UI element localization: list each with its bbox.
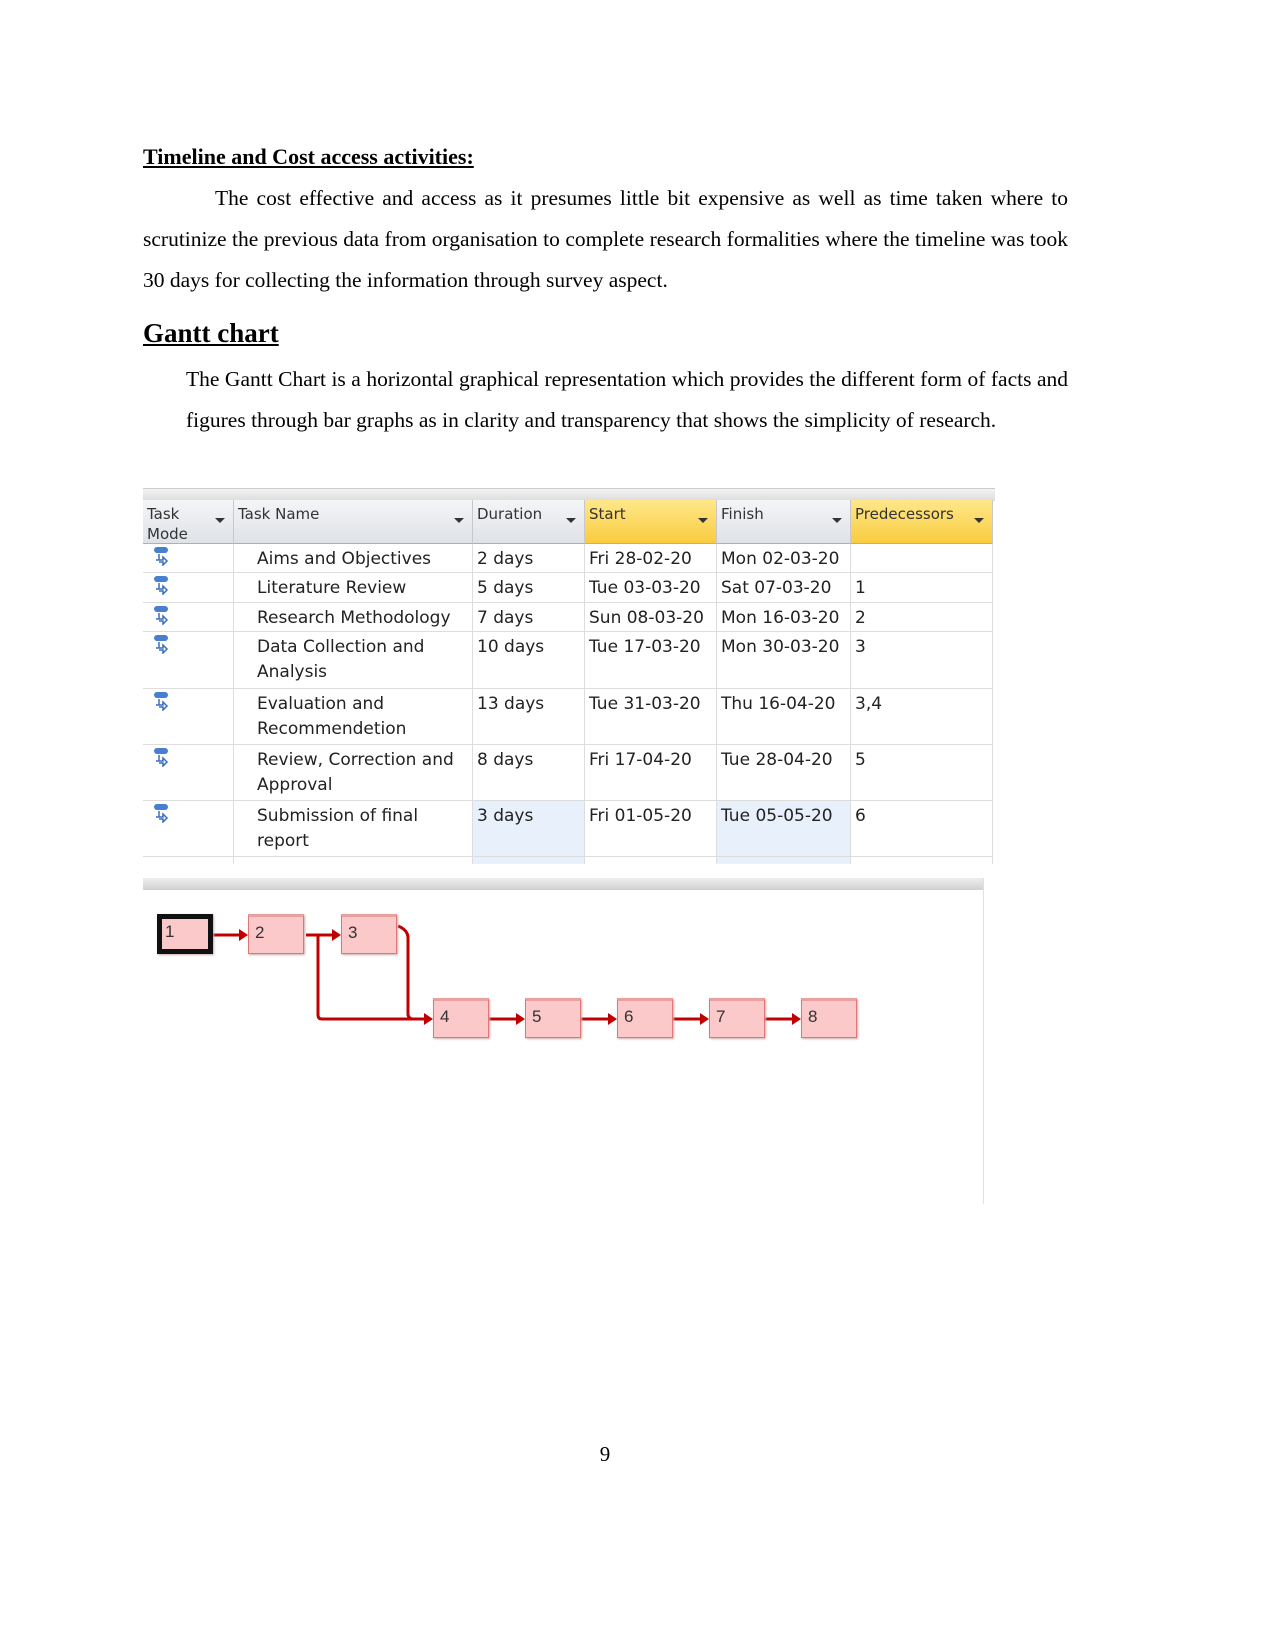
- column-header-duration[interactable]: Duration: [473, 500, 585, 544]
- dropdown-arrow-icon[interactable]: [215, 518, 225, 523]
- empty-row-cell[interactable]: [143, 857, 234, 864]
- auto-scheduled-task-icon: [154, 576, 169, 595]
- gantt-heading: Gantt chart: [143, 318, 279, 348]
- column-header-start[interactable]: Start: [585, 500, 717, 544]
- table-cell-name[interactable]: Aims and Objectives: [234, 544, 473, 573]
- column-label: Start: [589, 505, 626, 523]
- table-cell-duration[interactable]: 10 days: [473, 632, 585, 689]
- auto-scheduled-task-icon: [154, 635, 169, 654]
- table-cell-mode[interactable]: [143, 544, 234, 573]
- arrowhead-icon: [424, 1013, 433, 1025]
- table-cell-start[interactable]: Tue 03-03-20: [585, 573, 717, 603]
- arrowhead-icon: [792, 1013, 801, 1025]
- network-node[interactable]: 8: [801, 998, 857, 1038]
- table-cell-duration[interactable]: 8 days: [473, 745, 585, 801]
- table-cell-name[interactable]: Evaluation and Recommendetion: [234, 689, 473, 745]
- column-header-name[interactable]: Task Name: [234, 500, 473, 544]
- empty-row-cell[interactable]: [234, 857, 473, 864]
- network-node[interactable]: 4: [433, 998, 489, 1038]
- table-cell-start[interactable]: Sun 08-03-20: [585, 603, 717, 632]
- table-cell-start[interactable]: Fri 28-02-20: [585, 544, 717, 573]
- arrowhead-icon: [608, 1013, 617, 1025]
- document-page: Timeline and Cost access activities: The…: [0, 0, 1275, 1650]
- table-cell-name[interactable]: Research Methodology: [234, 603, 473, 632]
- page-number: 9: [599, 1442, 611, 1466]
- dropdown-arrow-icon[interactable]: [832, 518, 842, 523]
- auto-scheduled-task-icon: [154, 748, 169, 767]
- table-cell-finish[interactable]: Mon 02-03-20: [717, 544, 851, 573]
- table-cell-pred[interactable]: 5: [851, 745, 993, 801]
- table-cell-finish[interactable]: Mon 30-03-20: [717, 632, 851, 689]
- empty-row-cell[interactable]: [851, 857, 993, 864]
- empty-row-cell[interactable]: [585, 857, 717, 864]
- gantt-table: Task Mode Task Name Duration Start Finish Pre…: [143, 488, 995, 864]
- arrowhead-icon: [332, 929, 341, 941]
- table-cell-duration[interactable]: 13 days: [473, 689, 585, 745]
- table-cell-name[interactable]: Data Collection and Analysis: [234, 632, 473, 689]
- empty-row-cell[interactable]: [473, 857, 585, 864]
- gantt-paragraph: The Gantt Chart is a horizontal graphica…: [186, 367, 1068, 432]
- table-cell-finish[interactable]: Tue 05-05-20: [717, 801, 851, 857]
- table-cell-mode[interactable]: [143, 573, 234, 603]
- table-cell-duration[interactable]: 2 days: [473, 544, 585, 573]
- column-label: Predecessors: [855, 505, 954, 523]
- table-cell-pred[interactable]: 2: [851, 603, 993, 632]
- dropdown-arrow-icon[interactable]: [566, 518, 576, 523]
- network-node[interactable]: 6: [617, 998, 673, 1038]
- network-node[interactable]: 3: [341, 914, 397, 954]
- table-cell-start[interactable]: Tue 31-03-20: [585, 689, 717, 745]
- section-paragraph: The cost effective and access as it pres…: [143, 186, 1068, 292]
- table-cell-pred[interactable]: 3,4: [851, 689, 993, 745]
- table-cell-duration[interactable]: 7 days: [473, 603, 585, 632]
- table-cell-name[interactable]: Submission of final report: [234, 801, 473, 857]
- table-cell-pred[interactable]: 6: [851, 801, 993, 857]
- table-cell-finish[interactable]: Thu 16-04-20: [717, 689, 851, 745]
- table-cell-start[interactable]: Fri 17-04-20: [585, 745, 717, 801]
- auto-scheduled-task-icon: [154, 692, 169, 711]
- auto-scheduled-task-icon: [154, 804, 169, 823]
- auto-scheduled-task-icon: [154, 606, 169, 625]
- network-node[interactable]: 1: [157, 914, 213, 954]
- empty-row-cell[interactable]: [717, 857, 851, 864]
- arrowhead-icon: [700, 1013, 709, 1025]
- table-cell-finish[interactable]: Mon 16-03-20: [717, 603, 851, 632]
- table-cell-duration[interactable]: 5 days: [473, 573, 585, 603]
- table-cell-start[interactable]: Tue 17-03-20: [585, 632, 717, 689]
- dropdown-arrow-icon[interactable]: [974, 518, 984, 523]
- table-cell-start[interactable]: Fri 01-05-20: [585, 801, 717, 857]
- table-cell-duration[interactable]: 3 days: [473, 801, 585, 857]
- column-label: Task Name: [238, 505, 320, 523]
- table-cell-name[interactable]: Literature Review: [234, 573, 473, 603]
- column-label: Task Mode: [147, 505, 188, 543]
- table-cell-mode[interactable]: [143, 689, 234, 745]
- column-header-pred[interactable]: Predecessors: [851, 500, 993, 544]
- auto-scheduled-task-icon: [154, 547, 169, 566]
- column-label: Duration: [477, 505, 543, 523]
- table-cell-name[interactable]: Review, Correction and Approval: [234, 745, 473, 801]
- arrowhead-icon: [516, 1013, 525, 1025]
- table-cell-pred[interactable]: [851, 544, 993, 573]
- table-cell-finish[interactable]: Sat 07-03-20: [717, 573, 851, 603]
- table-cell-finish[interactable]: Tue 28-04-20: [717, 745, 851, 801]
- network-diagram: 123 45678: [143, 878, 984, 1204]
- arrowhead-icon: [239, 929, 248, 941]
- network-node[interactable]: 5: [525, 998, 581, 1038]
- link-3-4: [397, 924, 431, 1021]
- section-heading: Timeline and Cost access activities:: [143, 144, 474, 169]
- table-cell-pred[interactable]: 1: [851, 573, 993, 603]
- dropdown-arrow-icon[interactable]: [454, 518, 464, 523]
- column-header-finish[interactable]: Finish: [717, 500, 851, 544]
- table-cell-mode[interactable]: [143, 745, 234, 801]
- table-cell-pred[interactable]: 3: [851, 632, 993, 689]
- network-node[interactable]: 7: [709, 998, 765, 1038]
- network-node[interactable]: 2: [248, 914, 304, 954]
- table-cell-mode[interactable]: [143, 603, 234, 632]
- column-header-mode[interactable]: Task Mode: [143, 500, 234, 544]
- column-label: Finish: [721, 505, 764, 523]
- table-cell-mode[interactable]: [143, 632, 234, 689]
- dropdown-arrow-icon[interactable]: [698, 518, 708, 523]
- table-cell-mode[interactable]: [143, 801, 234, 857]
